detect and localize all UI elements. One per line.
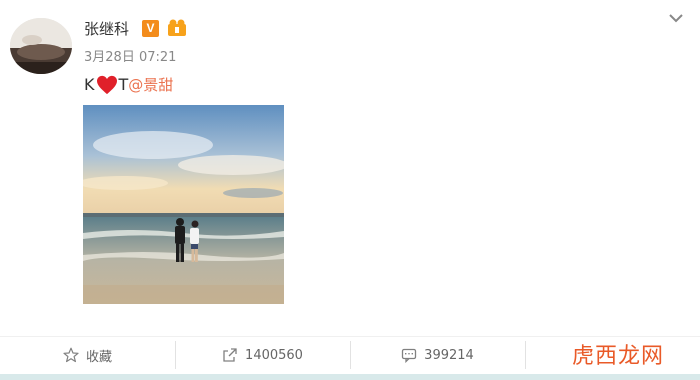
repost-count: 1400560 <box>245 347 303 363</box>
verified-icon: V <box>142 20 159 37</box>
beach-photo-image <box>83 105 284 304</box>
mention-link[interactable]: @景甜 <box>128 74 173 96</box>
avatar-image <box>10 18 72 74</box>
weibo-post: 张继科 V 3月28日 07:21 K T @景甜 收藏 1400560 399… <box>0 0 700 380</box>
comment-button[interactable]: 399214 <box>350 337 525 373</box>
badge-icon[interactable] <box>166 18 188 38</box>
star-icon <box>63 347 79 363</box>
post-text: K T @景甜 <box>84 74 173 96</box>
avatar[interactable] <box>10 18 72 74</box>
username[interactable]: 张继科 <box>84 20 129 38</box>
text-after: T <box>118 75 129 94</box>
bottom-strip <box>0 374 700 380</box>
post-photo[interactable] <box>83 105 284 304</box>
repost-button[interactable]: 1400560 <box>175 337 350 373</box>
favorite-button[interactable]: 收藏 <box>0 337 175 373</box>
repost-icon <box>223 348 237 362</box>
comment-count: 399214 <box>424 347 474 363</box>
site-watermark: 虎西龙网 <box>566 337 671 371</box>
comment-icon <box>402 348 417 363</box>
post-timestamp[interactable]: 3月28日 07:21 <box>84 50 176 66</box>
chevron-down-icon[interactable] <box>668 12 684 24</box>
heart-icon <box>96 75 117 95</box>
text-before: K <box>84 75 95 94</box>
favorite-label: 收藏 <box>85 349 112 365</box>
